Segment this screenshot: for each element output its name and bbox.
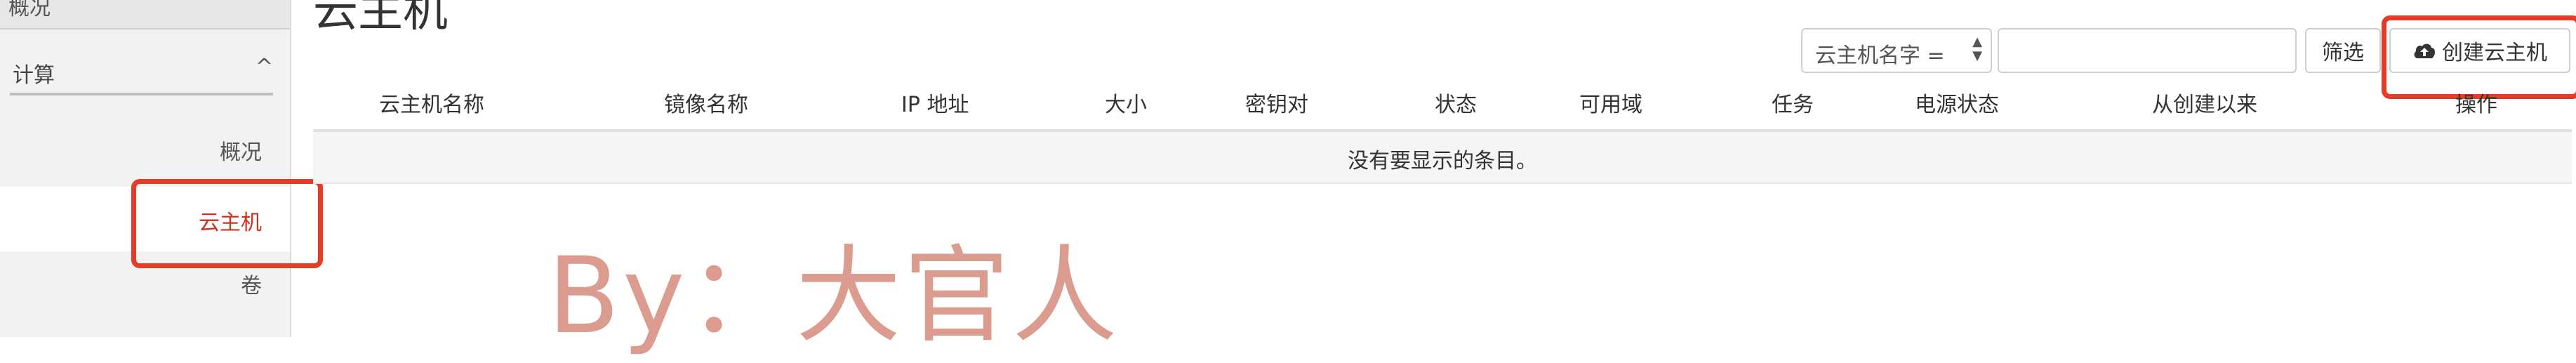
column-header-ip[interactable]: IP 地址 [901,87,969,118]
table-empty-row: 没有要显示的条目。 [313,132,2572,184]
empty-message: 没有要显示的条目。 [1348,149,1537,173]
section-divider [10,93,273,95]
column-header-task[interactable]: 任务 [1772,87,1814,118]
sidebar-top-label: 概况 [8,0,51,20]
sidebar-section-compute[interactable]: 计算 ^ [10,55,273,95]
column-header-name[interactable]: 云主机名称 [379,87,484,118]
column-header-age[interactable]: 从创建以来 [2152,87,2257,118]
sidebar: 概况 计算 ^ 概况 云主机 卷 [0,0,291,337]
highlight-box-sidebar [131,179,323,268]
sort-arrows-icon: ▲ ▼ [1972,34,1982,63]
chevron-up-icon: ^ [255,55,273,79]
sidebar-top-item[interactable]: 概况 [0,0,290,29]
column-header-keypair[interactable]: 密钥对 [1245,87,1308,118]
sidebar-item-volumes[interactable]: 卷 [241,268,262,299]
sidebar-item-overview[interactable]: 概况 [220,135,262,166]
column-header-image[interactable]: 镜像名称 [664,87,748,118]
column-header-size[interactable]: 大小 [1105,87,1147,118]
watermark: By：大官人 [547,235,1120,357]
filter-field-selected: 云主机名字 = [1815,44,1945,68]
table-header: 云主机名称 镜像名称 IP 地址 大小 密钥对 状态 可用域 任务 电源状态 从… [313,83,2572,132]
filter-button[interactable]: 筛选 [2305,28,2381,73]
column-header-az[interactable]: 可用域 [1579,87,1642,118]
filter-field-select[interactable]: 云主机名字 = ▲ ▼ [1801,28,1992,73]
column-header-actions: 操作 [2455,93,2497,117]
column-header-power[interactable]: 电源状态 [1915,87,1999,118]
column-header-status[interactable]: 状态 [1435,87,1477,118]
sidebar-section-label: 计算 [13,63,55,88]
filter-input[interactable] [1998,28,2297,73]
page-title: 云主机 [313,0,448,37]
